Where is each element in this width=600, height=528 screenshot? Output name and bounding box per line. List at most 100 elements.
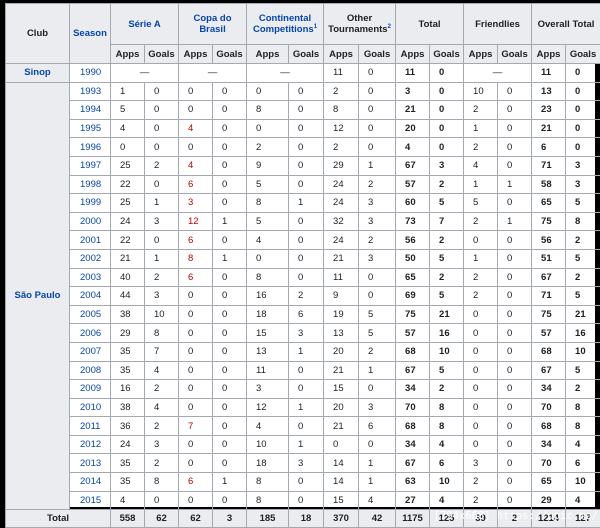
season-cell[interactable]: 2013 xyxy=(70,454,111,473)
season-cell[interactable]: 2005 xyxy=(70,305,111,324)
overall-apps-cell: 34 xyxy=(532,435,566,454)
other-goals-cell: 2 xyxy=(359,175,396,194)
other-apps-cell: 32 xyxy=(324,212,359,231)
season-cell[interactable]: 1999 xyxy=(70,194,111,213)
serie-a-goals-cell: 3 xyxy=(145,212,179,231)
serie-a-apps-cell: 40 xyxy=(111,268,145,287)
header-row-1: Club Season Série A Copa doBrasil Contin… xyxy=(6,4,600,45)
copa-goals-cell: 0 xyxy=(213,156,247,175)
friendlies-apps-cell: 1 xyxy=(464,175,498,194)
season-cell[interactable]: 1998 xyxy=(70,175,111,194)
serie-a-header[interactable]: Série A xyxy=(111,4,179,45)
total-apps-total-cell: 1175 xyxy=(396,510,430,528)
other-apps-cell: 8 xyxy=(324,101,359,120)
other-apps-cell: 24 xyxy=(324,175,359,194)
continental-apps-cell: 16 xyxy=(247,287,289,306)
season-cell[interactable]: 2000 xyxy=(70,212,111,231)
season-cell[interactable]: 1996 xyxy=(70,138,111,157)
continental-goals-cell: 0 xyxy=(289,417,324,436)
continental-header[interactable]: ContinentalCompetitions1 xyxy=(247,4,324,45)
copa-apps-cell: 0 xyxy=(179,342,213,361)
goals-header: Goals xyxy=(359,45,396,64)
total-apps-cell: 57 xyxy=(396,175,430,194)
continental-goals-cell: 2 xyxy=(289,287,324,306)
continental-goals-cell: 0 xyxy=(289,175,324,194)
friendlies-goals-cell: 0 xyxy=(498,305,532,324)
copa-goals-cell: 0 xyxy=(213,119,247,138)
total-label: Total xyxy=(6,510,111,528)
serie-a-goals-cell: 0 xyxy=(145,119,179,138)
copa-goals-cell: 1 xyxy=(213,212,247,231)
continental-footnote[interactable]: 1 xyxy=(314,24,317,30)
club-sao-paulo[interactable]: São Paulo xyxy=(6,82,70,510)
season-cell[interactable]: 2007 xyxy=(70,342,111,361)
other-footnote[interactable]: 2 xyxy=(388,24,391,30)
other-goals-total-cell: 42 xyxy=(359,510,396,528)
other-apps-cell: 21 xyxy=(324,249,359,268)
friendlies-apps-cell: 0 xyxy=(464,435,498,454)
overall-goals-cell: 21 xyxy=(566,305,600,324)
total-goals-cell: 5 xyxy=(430,194,464,213)
copa-goals-cell: 1 xyxy=(213,473,247,492)
season-cell[interactable]: 2004 xyxy=(70,287,111,306)
continental-goals-cell: 0 xyxy=(289,361,324,380)
goals-header: Goals xyxy=(498,45,532,64)
other-goals-cell: 0 xyxy=(359,287,396,306)
overall-apps-cell: 23 xyxy=(532,101,566,120)
season-header[interactable]: Season xyxy=(70,4,111,64)
season-cell[interactable]: 2011 xyxy=(70,417,111,436)
serie-a-goals-cell: 7 xyxy=(145,342,179,361)
total-goals-cell: 0 xyxy=(430,82,464,101)
season-cell[interactable]: 1994 xyxy=(70,101,111,120)
copa-apps-cell: 0 xyxy=(179,454,213,473)
table-row: 201540008015427420294 xyxy=(6,491,600,510)
table-row: 2001220604024256200562 xyxy=(6,231,600,250)
season-cell[interactable]: 2015 xyxy=(70,491,111,510)
overall-apps-cell: 71 xyxy=(532,287,566,306)
season-cell[interactable]: 1990 xyxy=(70,64,111,83)
season-cell[interactable]: 2012 xyxy=(70,435,111,454)
friendlies-apps-cell: 0 xyxy=(464,361,498,380)
season-cell[interactable]: 1997 xyxy=(70,156,111,175)
other-line1: Other xyxy=(347,13,372,24)
serie-a-goals-cell: 4 xyxy=(145,398,179,417)
other-tournaments-header: OtherTournaments2 xyxy=(324,4,396,45)
season-cell[interactable]: 2003 xyxy=(70,268,111,287)
friendlies-goals-cell: 0 xyxy=(498,249,532,268)
season-cell[interactable]: 1993 xyxy=(70,82,111,101)
friendlies-goals-cell: 0 xyxy=(498,417,532,436)
season-cell[interactable]: 2009 xyxy=(70,380,111,399)
friendlies-apps-cell: 2 xyxy=(464,473,498,492)
friendlies-apps-cell: 0 xyxy=(464,231,498,250)
friendlies-apps-cell: 1 xyxy=(464,119,498,138)
friendlies-goals-cell: 0 xyxy=(498,342,532,361)
season-cell[interactable]: 2014 xyxy=(70,473,111,492)
club-sinop[interactable]: Sinop xyxy=(6,64,70,83)
continental-apps-cell: 0 xyxy=(247,119,289,138)
overall-apps-cell: 58 xyxy=(532,175,566,194)
continental-apps-cell: 12 xyxy=(247,398,289,417)
total-goals-cell: 5 xyxy=(430,361,464,380)
other-apps-cell: 13 xyxy=(324,324,359,343)
overall-goals-cell: 2 xyxy=(566,268,600,287)
continental-line1: Continental xyxy=(259,13,311,24)
serie-a-apps-cell: 44 xyxy=(111,287,145,306)
table-row: 20002431215032373721758 xyxy=(6,212,600,231)
season-cell[interactable]: 2008 xyxy=(70,361,111,380)
season-cell[interactable]: 2006 xyxy=(70,324,111,343)
total-apps-cell: 70 xyxy=(396,398,430,417)
friendlies-goals-cell: 0 xyxy=(498,287,532,306)
serie-a-goals-cell: 0 xyxy=(145,138,179,157)
season-cell[interactable]: 1995 xyxy=(70,119,111,138)
total-apps-cell: 67 xyxy=(396,454,430,473)
continental-goals-cell: 0 xyxy=(289,82,324,101)
season-cell[interactable]: 2001 xyxy=(70,231,111,250)
overall-goals-cell: 2 xyxy=(566,231,600,250)
overall-goals-cell: 3 xyxy=(566,156,600,175)
serie-a-apps-cell: 0 xyxy=(111,138,145,157)
continental-apps-cell: 15 xyxy=(247,324,289,343)
season-cell[interactable]: 2002 xyxy=(70,249,111,268)
copa-do-brasil-header[interactable]: Copa doBrasil xyxy=(179,4,247,45)
serie-a-apps-cell: 29 xyxy=(111,324,145,343)
season-cell[interactable]: 2010 xyxy=(70,398,111,417)
